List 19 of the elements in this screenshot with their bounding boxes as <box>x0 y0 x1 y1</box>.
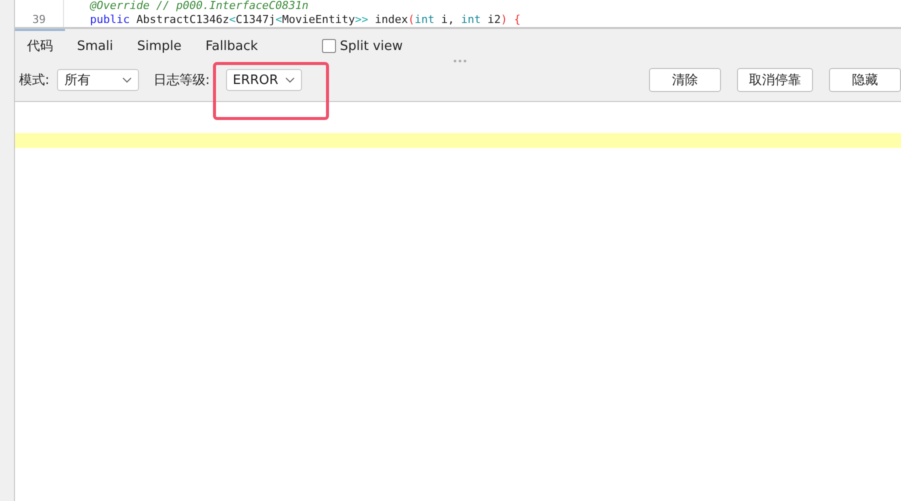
chevron-down-icon <box>284 77 295 83</box>
tab[interactable]: Fallback <box>194 29 270 63</box>
tab[interactable]: Simple <box>125 29 194 63</box>
toolbar-button[interactable]: 取消停靠 <box>737 68 813 92</box>
toolbar-button[interactable]: 隐藏 <box>829 68 901 92</box>
line-number: 39 <box>15 13 64 27</box>
log-level-label: 日志等级: <box>153 72 210 89</box>
checkbox[interactable] <box>322 39 336 53</box>
drag-handle-icon[interactable] <box>453 59 467 63</box>
code-line: @Override // p000.InterfaceC0831n <box>88 0 309 13</box>
toolbar-button[interactable]: 清除 <box>649 68 721 92</box>
code-line: public AbstractC1346z<C1347j<MovieEntity>> index(int i, int i2) { <box>89 13 521 27</box>
mode-dropdown[interactable]: 所有 <box>57 69 140 91</box>
tab[interactable]: Smali <box>65 29 126 63</box>
chevron-down-icon <box>122 77 132 83</box>
log-level-dropdown[interactable]: ERROR <box>226 69 302 91</box>
checkbox-label: Split view <box>340 38 403 54</box>
mode-label: 模式: <box>19 72 50 89</box>
tab[interactable]: 代码 <box>15 29 65 63</box>
